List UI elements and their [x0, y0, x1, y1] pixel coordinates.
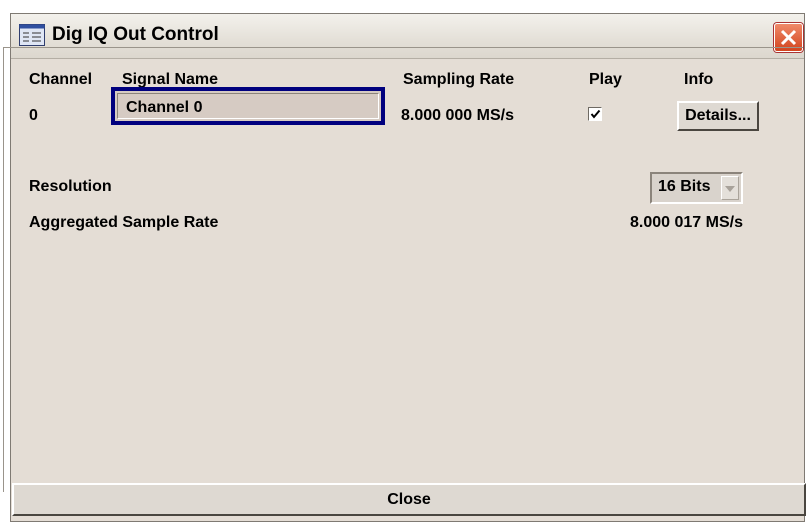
close-button[interactable]: Close: [12, 483, 806, 516]
channel-number: 0: [29, 107, 38, 124]
resolution-dropdown-button[interactable]: [721, 176, 739, 200]
window-title: Dig IQ Out Control: [52, 24, 219, 45]
check-icon: [590, 109, 601, 119]
column-header-sampling-rate: Sampling Rate: [403, 71, 515, 88]
signal-name-input[interactable]: Channel 0: [111, 87, 385, 125]
chevron-down-icon: [725, 186, 735, 192]
close-icon: [780, 29, 797, 46]
aggregated-sample-rate-value: 8.000 017 MS/s: [630, 214, 743, 231]
sampling-rate-value: 8.000 000 MS/s: [401, 107, 514, 124]
column-header-play: Play: [589, 71, 622, 88]
play-checkbox[interactable]: [588, 107, 602, 121]
aggregated-sample-rate-label: Aggregated Sample Rate: [29, 214, 219, 231]
resolution-label: Resolution: [29, 178, 112, 195]
signal-name-value: Channel 0: [126, 99, 203, 116]
resolution-select[interactable]: 16 Bits: [650, 172, 743, 204]
column-header-channel: Channel: [29, 71, 93, 88]
details-button[interactable]: Details...: [677, 101, 759, 131]
column-header-info: Info: [684, 71, 714, 88]
window-icon: [19, 24, 45, 46]
resolution-value: 16 Bits: [658, 178, 711, 195]
